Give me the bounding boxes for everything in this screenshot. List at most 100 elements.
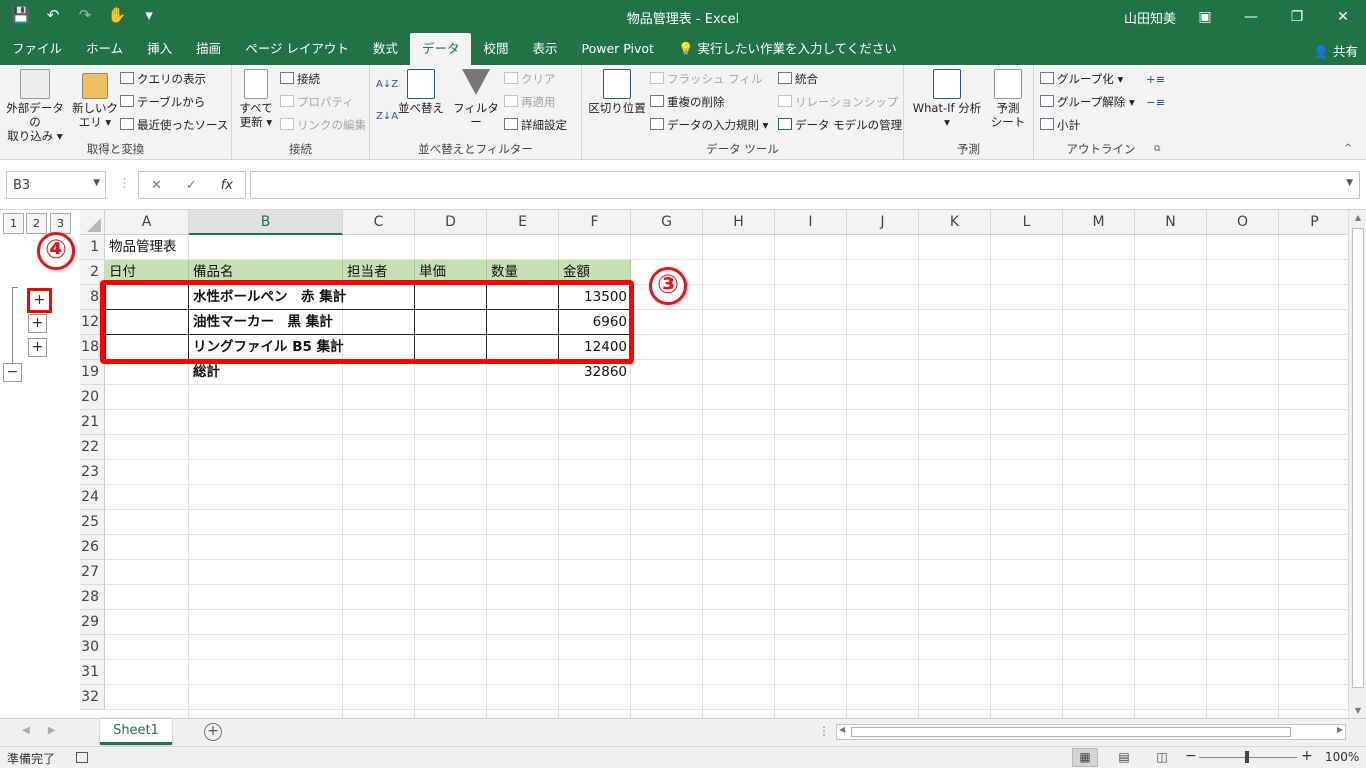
- zoom-out-icon[interactable]: −: [1185, 748, 1197, 764]
- filter-button[interactable]: フィルター: [452, 69, 500, 129]
- row-header-1[interactable]: 1: [80, 235, 105, 260]
- column-header-h[interactable]: H: [703, 210, 775, 235]
- external-data-button[interactable]: 外部データの 取り込み ▾: [2, 69, 68, 143]
- outline-level-1-button[interactable]: 1: [3, 213, 24, 234]
- remove-duplicates-button[interactable]: 重複の削除: [650, 92, 725, 112]
- macro-record-icon[interactable]: [76, 752, 88, 763]
- tab-home[interactable]: ホーム: [74, 33, 135, 65]
- collapse-group-19-button[interactable]: −: [3, 363, 22, 382]
- column-header-l[interactable]: L: [991, 210, 1063, 235]
- row-header-29[interactable]: 29: [80, 610, 105, 635]
- column-header-m[interactable]: M: [1063, 210, 1135, 235]
- column-header-k[interactable]: K: [919, 210, 991, 235]
- column-header-p[interactable]: P: [1279, 210, 1351, 235]
- close-icon[interactable]: ✕: [1320, 0, 1366, 33]
- column-header-g[interactable]: G: [631, 210, 703, 235]
- share-button[interactable]: 👤 共有: [1313, 41, 1358, 60]
- outline-level-3-button[interactable]: 3: [50, 213, 71, 234]
- vertical-scrollbar[interactable]: ▲ ▼: [1348, 210, 1366, 718]
- column-header-o[interactable]: O: [1207, 210, 1279, 235]
- enter-icon[interactable]: ✓: [186, 178, 197, 193]
- restore-icon[interactable]: ❐: [1274, 0, 1320, 33]
- horizontal-scrollbar[interactable]: ◀ ▶: [836, 724, 1346, 740]
- row-header-23[interactable]: 23: [80, 460, 105, 485]
- zoom-percentage[interactable]: 100%: [1325, 750, 1359, 764]
- new-query-button[interactable]: 新しいク エリ ▾: [72, 73, 118, 129]
- cancel-icon[interactable]: ✕: [151, 178, 162, 193]
- text-to-columns-button[interactable]: 区切り位置: [586, 69, 648, 115]
- formula-input[interactable]: ▼: [250, 171, 1360, 199]
- forecast-sheet-button[interactable]: 予測 シート: [988, 69, 1028, 129]
- zoom-in-icon[interactable]: +: [1301, 748, 1313, 764]
- consolidate-button[interactable]: 統合: [778, 69, 818, 89]
- row-header-22[interactable]: 22: [80, 435, 105, 460]
- column-header-i[interactable]: I: [775, 210, 847, 235]
- insert-function-icon[interactable]: fx: [221, 178, 233, 193]
- formula-bar-grip-icon[interactable]: ⋮: [118, 176, 131, 191]
- tab-draw[interactable]: 描画: [184, 33, 233, 65]
- recent-sources-button[interactable]: 最近使ったソース: [120, 115, 228, 135]
- refresh-all-button[interactable]: すべて 更新 ▾: [236, 69, 276, 129]
- name-box[interactable]: B3 ▼: [6, 171, 106, 199]
- add-sheet-icon[interactable]: +: [204, 723, 222, 741]
- expand-group-8-button[interactable]: +: [27, 288, 52, 313]
- column-header-e[interactable]: E: [487, 210, 559, 235]
- sort-ascending-icon[interactable]: A↓Z: [376, 75, 398, 95]
- row-header-27[interactable]: 27: [80, 560, 105, 585]
- collapse-ribbon-icon[interactable]: ^: [1344, 139, 1352, 159]
- from-table-button[interactable]: テーブルから: [120, 92, 205, 112]
- row-header-31[interactable]: 31: [80, 660, 105, 685]
- tab-file[interactable]: ファイル: [0, 33, 74, 65]
- ungroup-button[interactable]: グループ解除 ▾: [1040, 92, 1135, 112]
- tab-power-pivot[interactable]: Power Pivot: [569, 33, 665, 65]
- scroll-up-icon[interactable]: ▲: [1349, 213, 1366, 222]
- show-queries-button[interactable]: クエリの表示: [120, 69, 206, 89]
- tab-page-layout[interactable]: ページ レイアウト: [233, 33, 361, 65]
- relationships-button[interactable]: リレーションシップ: [778, 92, 898, 112]
- advanced-filter-button[interactable]: 詳細設定: [504, 115, 567, 135]
- column-header-n[interactable]: N: [1135, 210, 1207, 235]
- page-break-preview-icon[interactable]: ◫: [1149, 748, 1175, 767]
- flash-fill-button[interactable]: フラッシュ フィル: [650, 69, 762, 89]
- select-all-corner[interactable]: [80, 210, 105, 235]
- row-header-24[interactable]: 24: [80, 485, 105, 510]
- column-header-f[interactable]: F: [559, 210, 631, 235]
- row-header-25[interactable]: 25: [80, 510, 105, 535]
- show-detail-icon[interactable]: +≡: [1146, 69, 1165, 89]
- sort-descending-icon[interactable]: Z↓A: [376, 107, 398, 127]
- column-header-a[interactable]: A: [105, 210, 189, 235]
- hide-detail-icon[interactable]: −≡: [1146, 92, 1165, 112]
- vertical-scroll-thumb[interactable]: [1352, 228, 1364, 688]
- tab-insert[interactable]: 挿入: [135, 33, 184, 65]
- column-header-c[interactable]: C: [343, 210, 415, 235]
- minimize-icon[interactable]: —: [1228, 0, 1274, 33]
- data-model-button[interactable]: データ モデルの管理: [778, 115, 902, 135]
- dialog-launcher-icon[interactable]: ⧉: [1154, 139, 1160, 159]
- cell-a1-title[interactable]: 物品管理表: [105, 235, 343, 259]
- reapply-button[interactable]: 再適用: [504, 92, 556, 112]
- what-if-button[interactable]: What-If 分析 ▾: [908, 69, 986, 129]
- row-header-26[interactable]: 26: [80, 535, 105, 560]
- sort-button[interactable]: 並べ替え: [398, 69, 444, 115]
- tab-split-handle-icon[interactable]: ⋮: [818, 724, 830, 738]
- tab-data[interactable]: データ: [409, 33, 472, 65]
- tab-view[interactable]: 表示: [520, 33, 569, 65]
- scroll-down-icon[interactable]: ▼: [1349, 706, 1366, 715]
- page-layout-view-icon[interactable]: ▤: [1111, 748, 1137, 767]
- column-header-j[interactable]: J: [847, 210, 919, 235]
- column-header-d[interactable]: D: [415, 210, 487, 235]
- zoom-slider[interactable]: − +: [1183, 747, 1313, 768]
- connections-button[interactable]: 接続: [280, 69, 320, 89]
- data-validation-button[interactable]: データの入力規則 ▾: [650, 115, 768, 135]
- next-sheet-icon[interactable]: ▶: [48, 725, 56, 736]
- expand-group-12-button[interactable]: +: [28, 314, 47, 333]
- tell-me-search[interactable]: 💡 実行したい作業を入力してください: [666, 33, 909, 65]
- expand-formula-icon[interactable]: ▼: [1346, 178, 1353, 188]
- prev-sheet-icon[interactable]: ◀: [22, 725, 30, 736]
- ribbon-display-options-icon[interactable]: ▣: [1182, 0, 1228, 33]
- zoom-knob[interactable]: [1245, 751, 1249, 763]
- scroll-left-icon[interactable]: ◀: [839, 725, 845, 734]
- row-header-28[interactable]: 28: [80, 585, 105, 610]
- horizontal-scroll-thumb[interactable]: [851, 727, 1291, 737]
- user-name[interactable]: 山田知美: [1124, 8, 1176, 27]
